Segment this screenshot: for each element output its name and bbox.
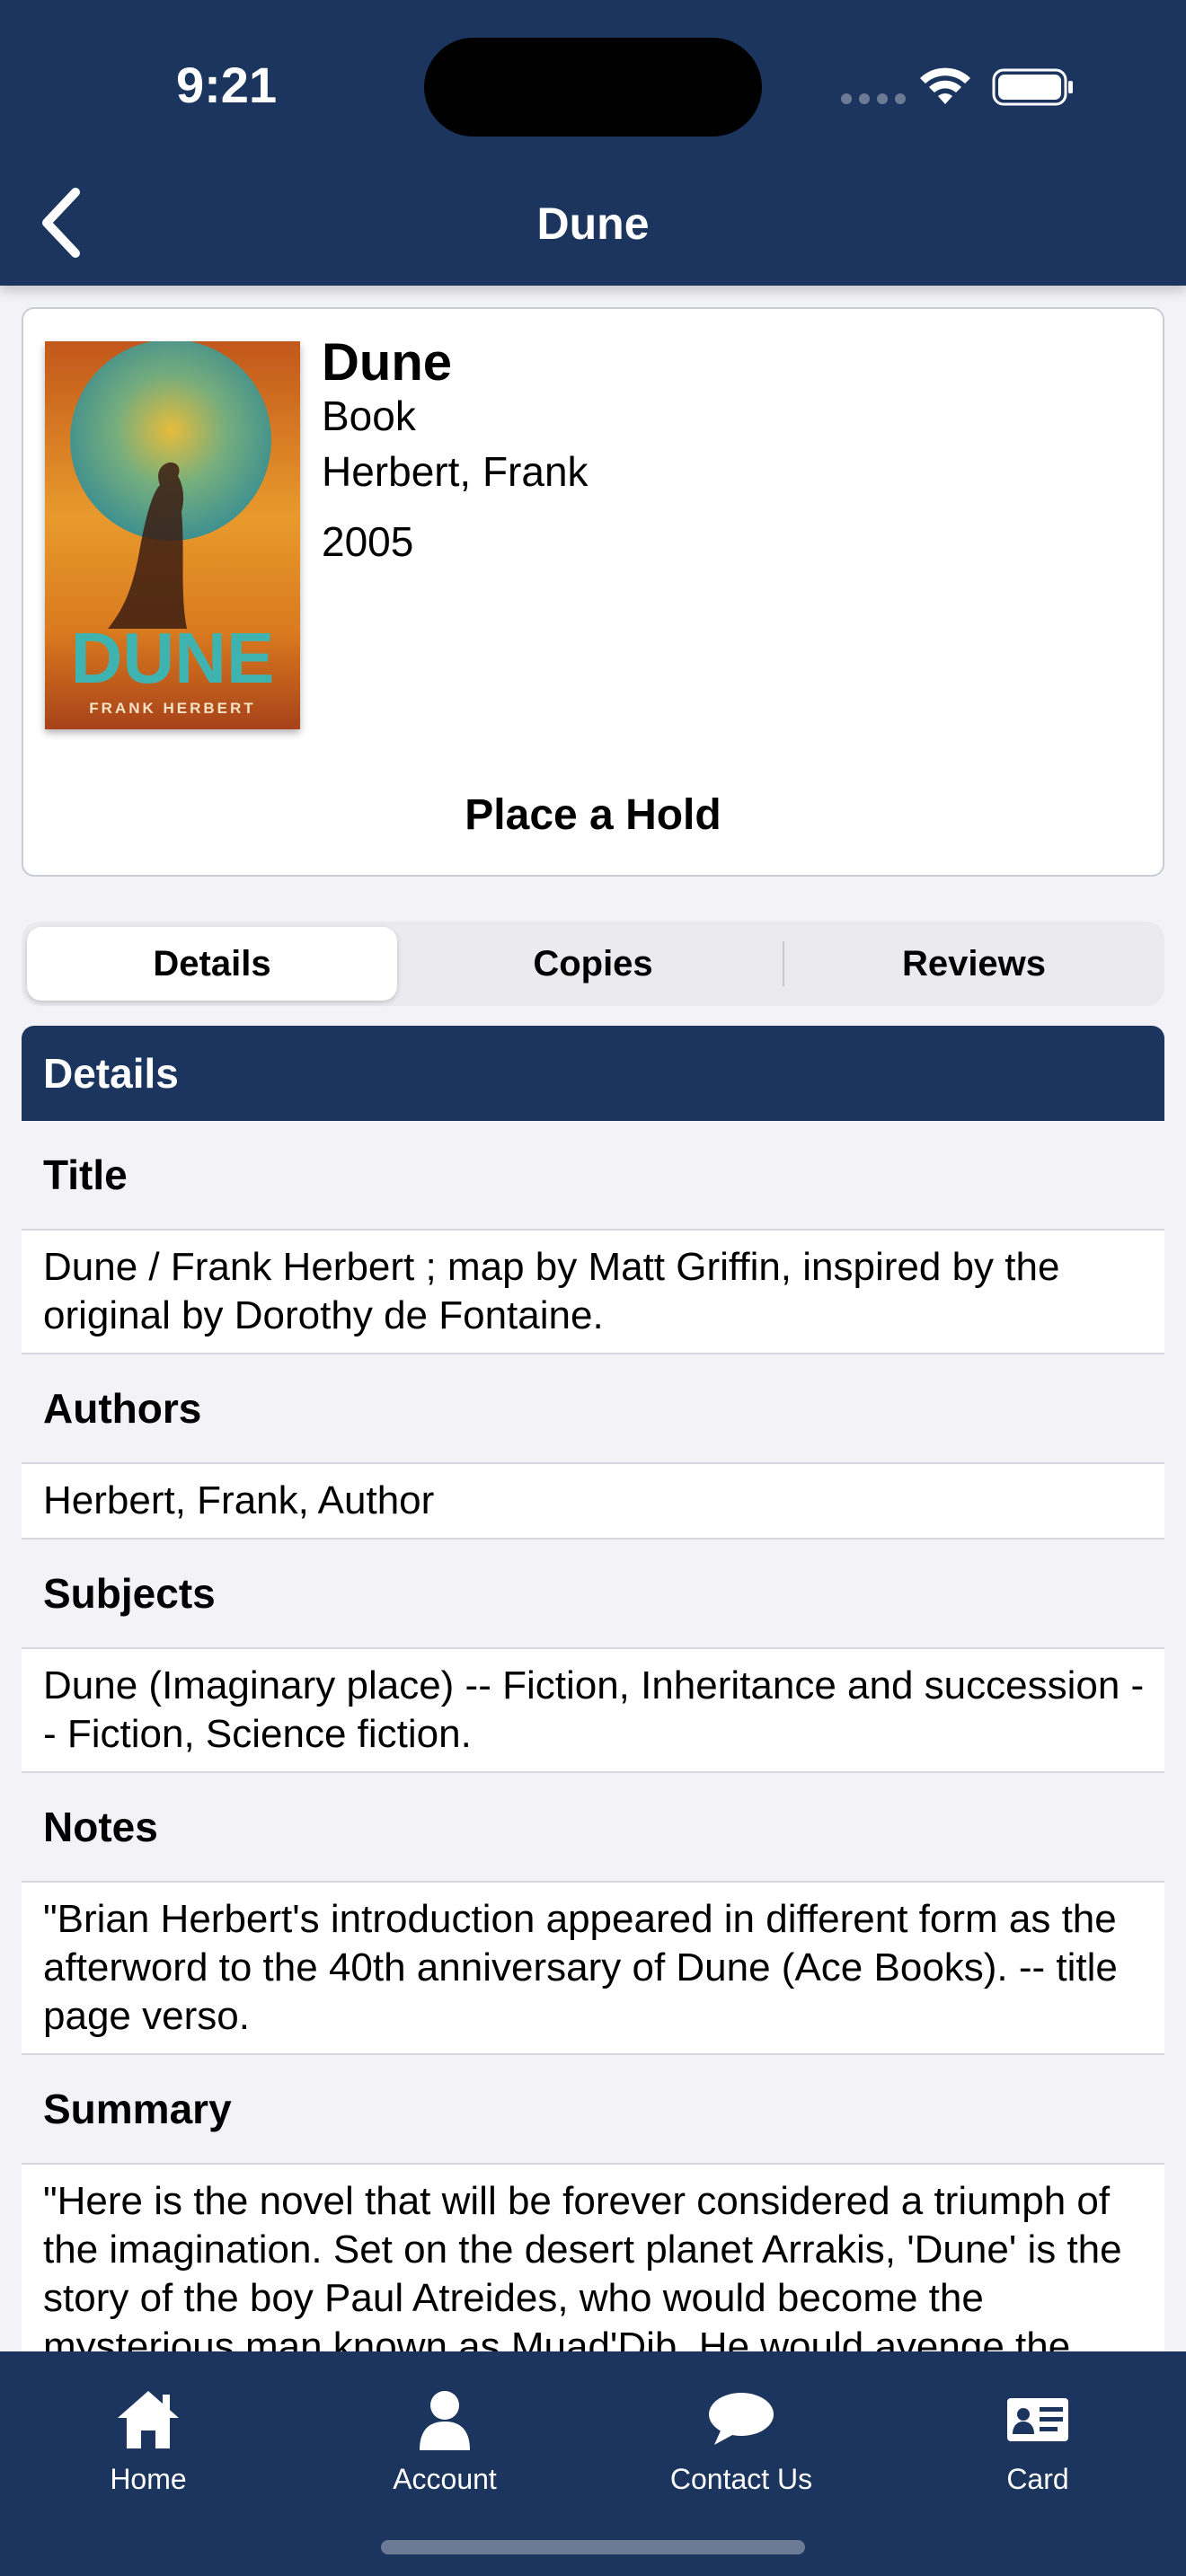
tab-home-label: Home (110, 2463, 187, 2495)
details-header: Details (22, 1026, 1164, 1121)
book-author: Herbert, Frank (322, 448, 589, 495)
section-value-summary: "Here is the novel that will be forever … (22, 2165, 1164, 2351)
section-value-notes: "Brian Herbert's introduction appeared i… (22, 1883, 1164, 2055)
home-indicator[interactable] (381, 2540, 805, 2554)
navigation-header: 9:21 Dune (0, 0, 1186, 286)
section-value-title: Dune / Frank Herbert ; map by Matt Griff… (22, 1231, 1164, 1354)
book-format: Book (322, 393, 416, 439)
tab-copies[interactable]: Copies (408, 927, 778, 1001)
book-year: 2005 (322, 518, 414, 565)
cover-author-text: FRANK HERBERT (89, 700, 255, 717)
tab-details[interactable]: Details (27, 927, 397, 1001)
book-cover-image: DUNE FRANK HERBERT (45, 341, 300, 729)
section-value-subjects: Dune (Imaginary place) -- Fiction, Inher… (22, 1649, 1164, 1773)
cover-title-text: DUNE (71, 618, 275, 698)
book-summary-card: DUNE FRANK HERBERT Dune Book Herbert, Fr… (22, 307, 1164, 877)
battery-icon (992, 68, 1073, 106)
main-content[interactable]: DUNE FRANK HERBERT Dune Book Herbert, Fr… (0, 286, 1186, 2351)
book-title: Dune (322, 333, 452, 392)
segment-divider (783, 941, 784, 986)
dynamic-island (424, 38, 762, 137)
tab-contact-us-label: Contact Us (669, 2463, 813, 2495)
detail-tabs: Details Copies Reviews (22, 922, 1164, 1006)
card-icon (1007, 2398, 1068, 2441)
section-label-authors: Authors (22, 1354, 1164, 1464)
section-label-summary: Summary (22, 2055, 1164, 2165)
bottom-tab-bar: Home Account Contact Us Card (0, 2351, 1186, 2576)
tab-account-label: Account (393, 2463, 497, 2495)
section-label-title: Title (22, 1121, 1164, 1231)
section-label-notes: Notes (22, 1773, 1164, 1883)
tab-contact-us[interactable]: Contact Us (593, 2373, 890, 2508)
home-icon (118, 2391, 179, 2448)
place-hold-button[interactable]: Place a Hold (23, 790, 1163, 840)
section-label-subjects: Subjects (22, 1539, 1164, 1649)
person-icon (420, 2391, 470, 2450)
cellular-signal-icon (841, 93, 906, 104)
tab-card[interactable]: Card (890, 2373, 1186, 2508)
tab-card-label: Card (1006, 2463, 1069, 2495)
details-panel: Details Title Dune / Frank Herbert ; map… (22, 1026, 1164, 2351)
tab-account[interactable]: Account (296, 2373, 593, 2508)
status-time: 9:21 (176, 57, 278, 113)
wifi-icon (920, 67, 970, 104)
tab-reviews[interactable]: Reviews (789, 927, 1159, 1001)
section-value-authors: Herbert, Frank, Author (22, 1464, 1164, 1539)
page-title: Dune (536, 198, 650, 249)
tab-home[interactable]: Home (0, 2373, 296, 2508)
chat-bubble-icon (709, 2393, 774, 2445)
